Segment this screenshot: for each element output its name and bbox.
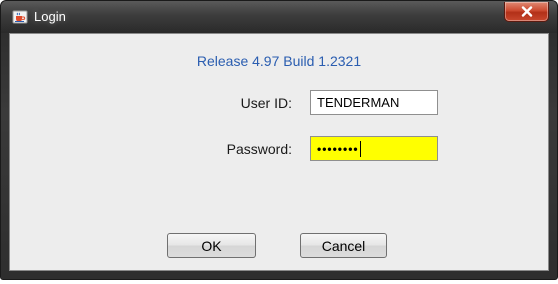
cancel-button[interactable]: Cancel: [300, 233, 387, 258]
user-id-label: User ID:: [240, 95, 292, 111]
password-label: Password:: [226, 141, 292, 157]
release-info: Release 4.97 Build 1.2321: [196, 53, 362, 69]
close-button[interactable]: [504, 2, 549, 22]
login-window: Login Release 4.97 Build 1.2321 User ID:…: [0, 0, 558, 280]
user-id-input[interactable]: [310, 90, 438, 115]
ok-button[interactable]: OK: [167, 233, 256, 258]
password-mask: ••••••••: [317, 141, 359, 156]
window-title: Login: [34, 9, 66, 24]
close-icon: [521, 6, 533, 17]
text-caret: [359, 140, 361, 157]
title-bar[interactable]: Login: [1, 1, 557, 33]
java-cup-icon: [12, 9, 28, 25]
dialog-body: Release 4.97 Build 1.2321 User ID: Passw…: [9, 33, 549, 271]
password-input[interactable]: ••••••••: [310, 136, 438, 161]
